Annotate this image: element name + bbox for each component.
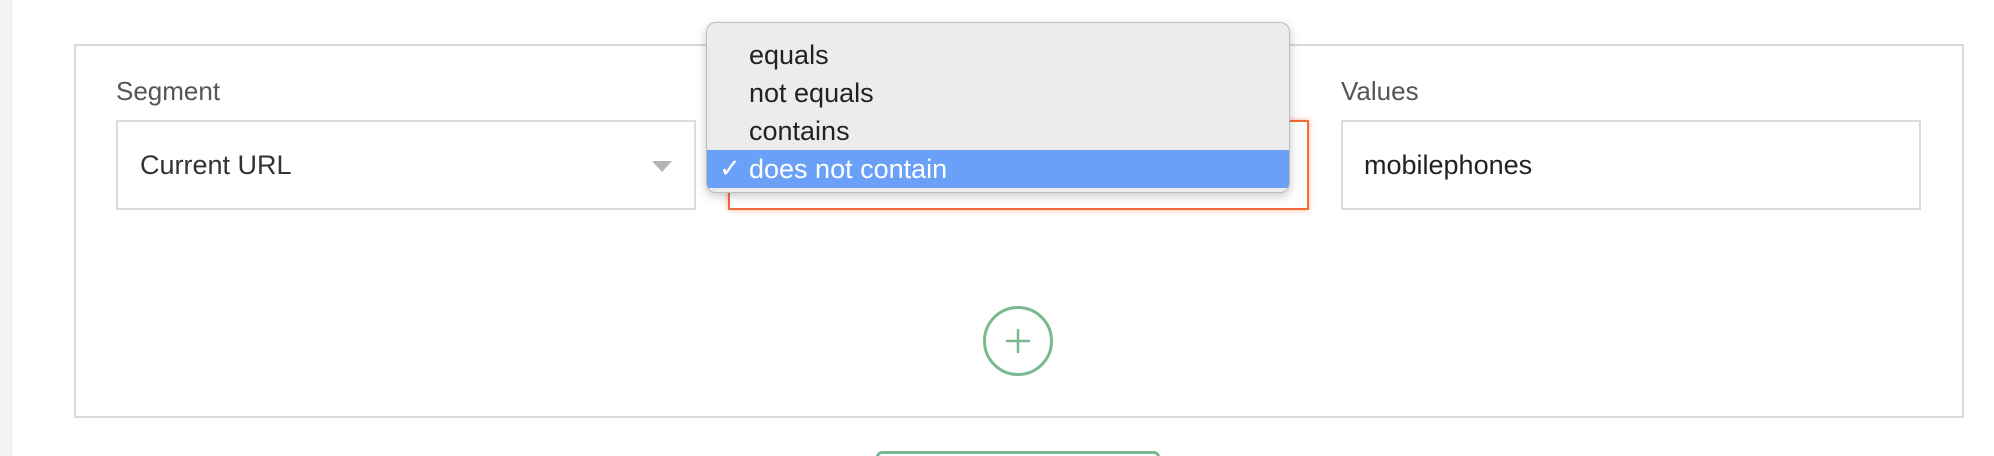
values-label: Values xyxy=(1341,76,1419,106)
chevron-down-icon xyxy=(652,161,672,172)
segment-label: Segment xyxy=(116,76,221,106)
segment-editor: Segment Values Current URL equals not eq… xyxy=(0,0,1994,456)
option-equals[interactable]: equals xyxy=(707,36,1289,74)
option-label: contains xyxy=(749,116,850,146)
option-not-equals[interactable]: not equals xyxy=(707,74,1289,112)
values-input[interactable] xyxy=(1341,120,1921,210)
segment-select[interactable]: Current URL xyxy=(116,120,696,210)
option-does-not-contain[interactable]: ✓ does not contain xyxy=(707,150,1289,188)
bottom-action-button[interactable] xyxy=(876,451,1160,456)
add-condition-button[interactable] xyxy=(983,306,1053,376)
operator-dropdown-menu: equals not equals contains ✓ does not co… xyxy=(706,22,1290,193)
option-label: not equals xyxy=(749,78,874,108)
option-label: does not contain xyxy=(749,154,948,184)
option-contains[interactable]: contains xyxy=(707,112,1289,150)
left-gutter xyxy=(0,0,12,456)
plus-icon xyxy=(1005,328,1031,354)
check-icon: ✓ xyxy=(719,154,741,184)
segment-select-value: Current URL xyxy=(140,150,292,180)
option-label: equals xyxy=(749,40,829,70)
